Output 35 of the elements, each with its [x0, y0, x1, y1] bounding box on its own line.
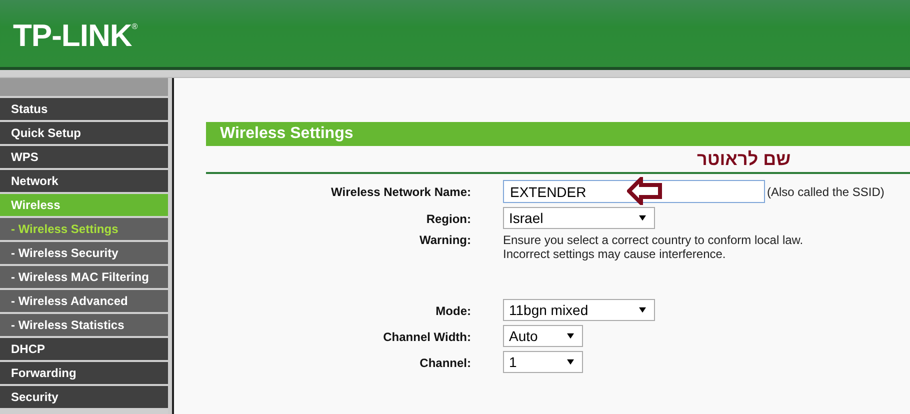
- field-label: Wireless Network Name:: [330, 184, 471, 199]
- field-label: Mode:: [434, 303, 471, 318]
- warning-text: Incorrect settings may cause interference.: [503, 247, 727, 261]
- input-field[interactable]: EXTENDER: [503, 180, 765, 203]
- sidebar-item[interactable]: Network: [0, 170, 168, 192]
- field-label: Channel Width:: [382, 329, 471, 344]
- sidebar-item[interactable]: WPS: [0, 146, 168, 168]
- dropdown[interactable]: Israel: [503, 207, 655, 229]
- sidebar-subitem[interactable]: - Wireless Settings: [0, 218, 168, 240]
- dropdown[interactable]: 1: [503, 351, 583, 373]
- logo: TP-LINK: [13, 20, 132, 51]
- caret-icon: [567, 359, 574, 365]
- caret-icon: [639, 307, 646, 313]
- sidebar-subitem[interactable]: - Wireless Security: [0, 242, 168, 264]
- caret-icon: [639, 215, 646, 221]
- sidebar-item[interactable]: Status: [0, 98, 168, 120]
- sidebar-item[interactable]: Quick Setup: [0, 122, 168, 144]
- dropdown[interactable]: Auto: [503, 325, 583, 347]
- annotation-text: שם לראוטר: [697, 148, 791, 170]
- section-title: Wireless Settings: [206, 122, 910, 146]
- sidebar-item[interactable]: Forwarding: [0, 362, 168, 384]
- sidebar-subitem[interactable]: - Wireless Advanced: [0, 290, 168, 312]
- left-arrow-icon: [627, 177, 663, 205]
- sidebar-subitem[interactable]: - Wireless Statistics: [0, 314, 168, 336]
- field-label: Channel:: [418, 355, 471, 370]
- registered-mark: ®: [132, 22, 138, 31]
- sidebar-item[interactable]: DHCP: [0, 338, 168, 360]
- warning-text: Ensure you select a correct country to conform local law.: [503, 233, 804, 247]
- sidebar-item[interactable]: Security: [0, 386, 168, 408]
- field-label: Warning:: [418, 233, 471, 247]
- sidebar-subitem[interactable]: - Wireless MAC Filtering: [0, 266, 168, 288]
- field-hint: (Also called the SSID): [767, 184, 884, 198]
- caret-icon: [567, 333, 574, 339]
- dropdown[interactable]: 11bgn mixed: [503, 299, 655, 321]
- field-label: Region:: [425, 211, 471, 226]
